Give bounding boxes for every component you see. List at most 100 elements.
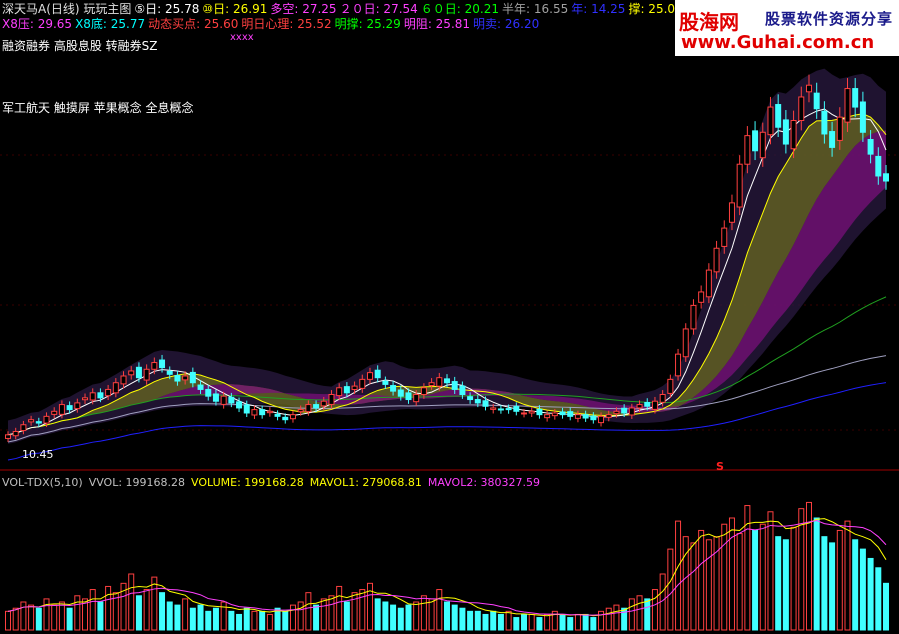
volume-bar-37 bbox=[289, 604, 296, 631]
volume-item-2: VOLUME: 199168.28 bbox=[191, 476, 304, 489]
volume-bar-89 bbox=[690, 542, 697, 631]
candle-body-104 bbox=[805, 84, 812, 93]
volume-bar-7 bbox=[58, 601, 65, 631]
candle-body-101 bbox=[782, 119, 789, 145]
candle-body-80 bbox=[621, 407, 628, 414]
candle-body-42 bbox=[328, 393, 335, 405]
volume-bar-29 bbox=[228, 610, 235, 631]
candle-body-17 bbox=[135, 366, 142, 379]
volume-bar-78 bbox=[605, 607, 612, 631]
candle-body-65 bbox=[505, 408, 512, 411]
candle-body-11 bbox=[89, 392, 96, 401]
candle-body-74 bbox=[574, 414, 581, 419]
candle-body-71 bbox=[551, 412, 558, 417]
candle-body-25 bbox=[197, 384, 204, 390]
candle-body-1 bbox=[12, 430, 19, 437]
candle-body-20 bbox=[159, 359, 166, 369]
candle-body-103 bbox=[798, 96, 805, 122]
volume-bar-61 bbox=[474, 610, 481, 631]
candle-body-18 bbox=[143, 368, 150, 381]
volume-bar-84 bbox=[651, 589, 658, 631]
volume-bar-18 bbox=[143, 589, 150, 631]
indicator-item-1: X8底: 25.77 bbox=[75, 17, 146, 31]
header-item-1: ⑤日: 25.78 bbox=[134, 2, 200, 16]
candle-body-63 bbox=[490, 407, 497, 410]
header-item-3: 多空: 27.25 bbox=[270, 2, 337, 16]
candle-body-21 bbox=[166, 370, 173, 375]
volume-bar-109 bbox=[844, 520, 851, 631]
candle-body-30 bbox=[236, 401, 243, 409]
volume-bar-46 bbox=[359, 589, 366, 631]
candle-body-61 bbox=[474, 399, 481, 404]
candle-body-52 bbox=[405, 392, 412, 401]
candle-body-0 bbox=[5, 434, 11, 439]
candle-body-50 bbox=[390, 385, 397, 392]
candle-body-92 bbox=[713, 247, 720, 273]
low-price-label: 10.45 bbox=[22, 448, 54, 461]
volume-bar-57 bbox=[444, 601, 450, 631]
volume-bar-25 bbox=[197, 604, 204, 631]
candle-body-69 bbox=[536, 408, 543, 416]
candle-body-112 bbox=[867, 139, 874, 155]
volume-bar-13 bbox=[105, 585, 112, 631]
candle-body-7 bbox=[58, 404, 65, 415]
volume-bar-52 bbox=[405, 604, 412, 631]
candle-body-34 bbox=[266, 410, 273, 414]
volume-bar-88 bbox=[682, 536, 689, 631]
volume-bar-56 bbox=[436, 589, 443, 631]
volume-bar-70 bbox=[544, 613, 551, 631]
watermark: 股海网 股票软件资源分享 www.Guhai.com.cn bbox=[675, 0, 899, 56]
volume-bar-9 bbox=[74, 595, 81, 631]
candle-body-108 bbox=[836, 116, 843, 141]
indicator-item-2: 动态买点: 25.60 bbox=[148, 17, 239, 31]
candle-body-86 bbox=[667, 378, 674, 394]
volume-bar-41 bbox=[320, 598, 327, 631]
candle-body-99 bbox=[767, 106, 774, 136]
volume-bar-27 bbox=[212, 607, 219, 631]
candle-body-4 bbox=[35, 421, 42, 424]
volume-bar-94 bbox=[728, 517, 735, 631]
concept-tags-1: 融资融券 高股息股 转融券SZ bbox=[2, 39, 158, 53]
candle-body-75 bbox=[582, 414, 589, 419]
watermark-brand: 股海网 bbox=[679, 10, 739, 34]
volume-bar-58 bbox=[451, 604, 458, 631]
candle-body-46 bbox=[359, 378, 366, 389]
volume-bar-36 bbox=[282, 610, 289, 631]
candle-body-49 bbox=[382, 380, 389, 385]
candle-body-31 bbox=[243, 404, 250, 414]
candle-body-26 bbox=[205, 388, 212, 397]
indicator-item-0: X8压: 29.65 bbox=[2, 17, 73, 31]
candle-body-12 bbox=[97, 392, 104, 399]
candle-body-68 bbox=[528, 410, 535, 414]
volume-bar-74 bbox=[574, 613, 581, 631]
volume-bar-55 bbox=[428, 598, 435, 631]
header-row2: X8压: 29.65 X8底: 25.77 动态买点: 25.60 明日心理: 25.… bbox=[2, 17, 542, 31]
volume-bar-82 bbox=[636, 595, 643, 631]
candlestick-chart bbox=[0, 68, 899, 631]
volume-bar-100 bbox=[775, 536, 782, 631]
volume-bar-60 bbox=[467, 610, 474, 631]
candle-body-29 bbox=[228, 396, 235, 404]
volume-bar-75 bbox=[582, 613, 589, 631]
candle-body-8 bbox=[66, 405, 73, 411]
candle-body-62 bbox=[482, 400, 489, 407]
volume-bar-51 bbox=[397, 607, 404, 631]
candle-body-72 bbox=[559, 411, 566, 416]
candle-body-43 bbox=[336, 387, 343, 397]
candle-body-93 bbox=[721, 227, 728, 247]
candle-body-64 bbox=[497, 408, 504, 411]
watermark-slogan: 股票软件资源分享 bbox=[765, 10, 894, 28]
volume-bar-114 bbox=[883, 582, 889, 631]
candle-body-90 bbox=[698, 291, 705, 303]
volume-header: VOL-TDX(5,10) VVOL: 199168.28 VOLUME: 1991… bbox=[2, 476, 546, 489]
candle-body-48 bbox=[374, 369, 381, 379]
candle-body-79 bbox=[613, 410, 620, 415]
volume-bar-1 bbox=[12, 607, 19, 631]
volume-bar-59 bbox=[459, 607, 466, 631]
volume-bar-69 bbox=[536, 617, 543, 631]
candle-body-10 bbox=[82, 397, 89, 401]
volume-bar-8 bbox=[66, 607, 73, 631]
volume-bar-67 bbox=[521, 613, 528, 631]
header-item-0: 深天马A(日线) 玩玩主图 bbox=[2, 2, 132, 16]
volume-bar-66 bbox=[513, 617, 520, 631]
